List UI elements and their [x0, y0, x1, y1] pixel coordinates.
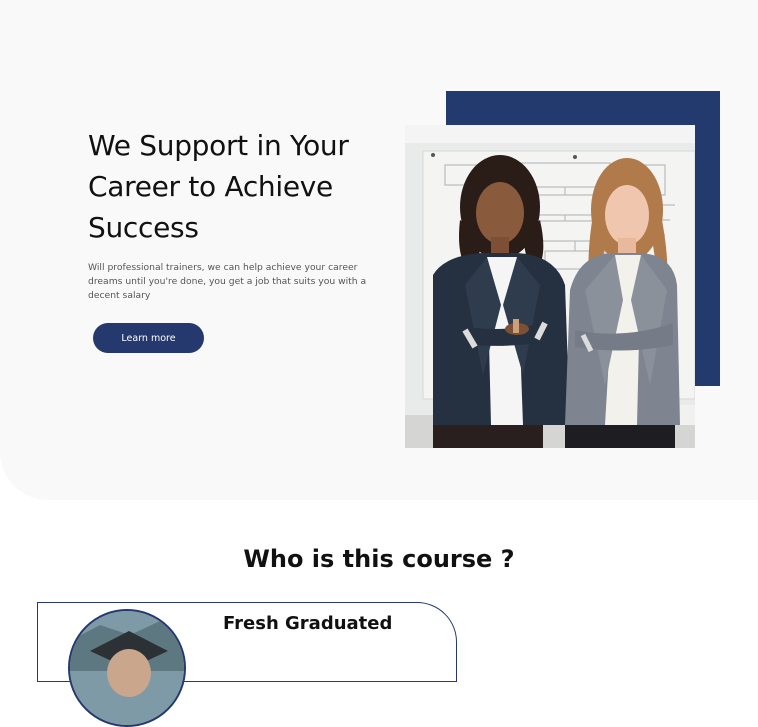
section-title: Who is this course ?: [243, 545, 515, 573]
hero-photo: [405, 125, 695, 448]
hero-title: We Support in Your Career to Achieve Suc…: [88, 129, 349, 244]
hero-subtitle: Will professional trainers, we can help …: [88, 262, 367, 301]
graduate-photo-icon: [70, 611, 184, 725]
course-card[interactable]: Fresh Graduated: [37, 602, 457, 727]
learn-more-button[interactable]: Learn more: [93, 323, 204, 353]
course-card-avatar: [68, 609, 186, 727]
hero-photo-illustration: [405, 125, 695, 448]
hero-section: We Support in Your Career to Achieve Suc…: [0, 0, 758, 500]
course-card-title: Fresh Graduated: [223, 613, 393, 634]
